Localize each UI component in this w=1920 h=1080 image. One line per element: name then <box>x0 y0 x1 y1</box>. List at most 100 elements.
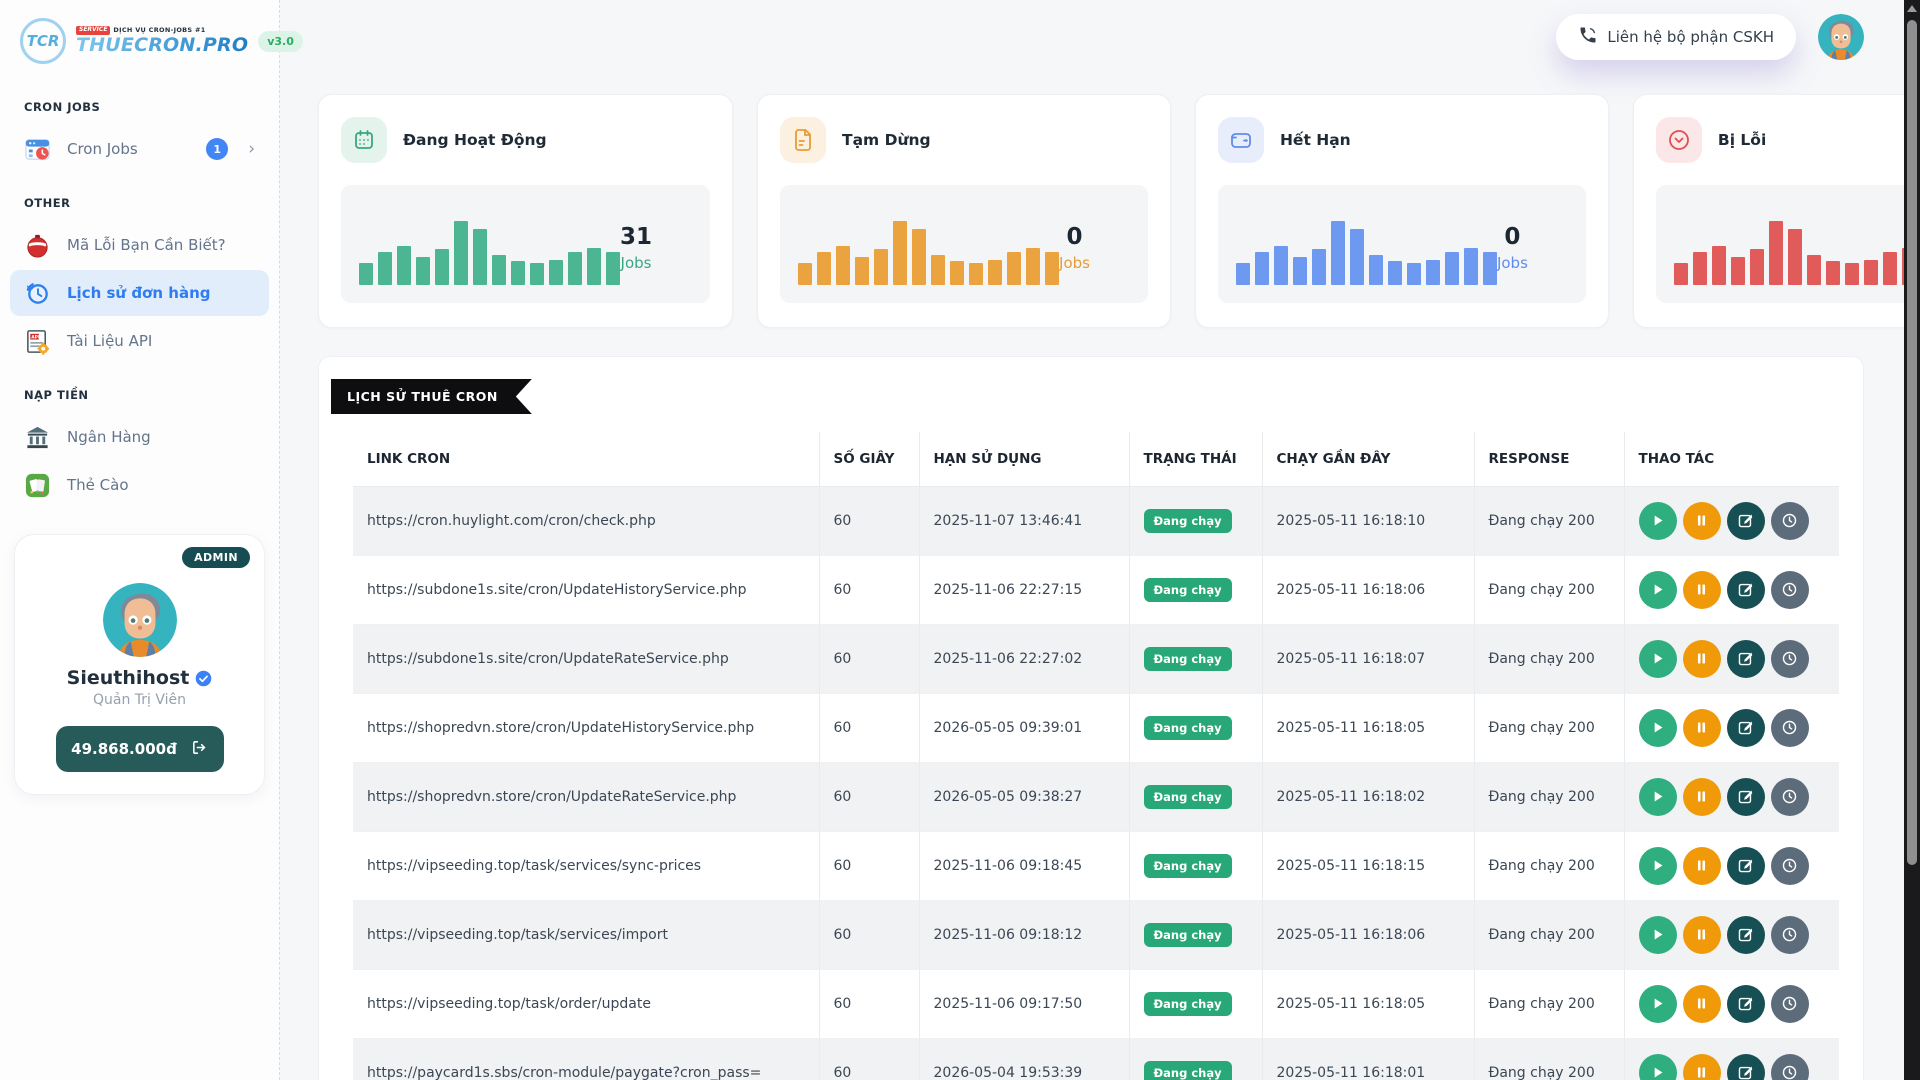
sidebar-section-title: NẠP TIỀN <box>0 366 279 412</box>
stat-card-calendar: Đang Hoạt Động 31 Jobs <box>318 94 733 328</box>
edit-button[interactable] <box>1727 571 1765 609</box>
pause-button[interactable] <box>1683 847 1721 885</box>
cell-actions <box>1624 555 1839 624</box>
scrollbar[interactable] <box>1904 0 1920 1080</box>
sidebar-item-api-docs[interactable]: API Tài Liệu API <box>10 318 269 364</box>
cell-last-run: 2025-05-11 16:18:06 <box>1262 555 1474 624</box>
pause-button[interactable] <box>1683 709 1721 747</box>
spark-bar <box>836 246 850 285</box>
play-button[interactable] <box>1639 985 1677 1023</box>
spark-bar <box>587 248 601 285</box>
edit-button[interactable] <box>1727 502 1765 540</box>
cell-actions <box>1624 486 1839 555</box>
history-button[interactable] <box>1771 1054 1809 1080</box>
play-button[interactable] <box>1639 916 1677 954</box>
contact-support-button[interactable]: Liên hệ bộ phận CSKH <box>1556 14 1796 60</box>
scrollbar-thumb[interactable] <box>1907 20 1917 865</box>
edit-icon <box>1737 857 1754 874</box>
play-button[interactable] <box>1639 502 1677 540</box>
cell-response: Đang chạy 200 <box>1474 693 1624 762</box>
spark-bar <box>1731 257 1745 285</box>
cell-response: Đang chạy 200 <box>1474 900 1624 969</box>
edit-icon <box>1737 995 1754 1012</box>
sidebar-item-label: Cron Jobs <box>67 140 138 158</box>
balance-logout-button[interactable]: 49.868.000đ <box>56 726 224 772</box>
table-header-cell: CHẠY GẦN ĐÂY <box>1262 432 1474 486</box>
stat-card-unit: Jobs <box>621 254 652 272</box>
cell-link: https://subdone1s.site/cron/UpdateHistor… <box>353 555 819 624</box>
balance-amount: 49.868.000đ <box>71 740 177 758</box>
calendar-icon <box>341 117 387 163</box>
spark-bar <box>1464 248 1478 285</box>
cell-status: Đang chạy <box>1129 762 1262 831</box>
spark-bar <box>454 221 468 285</box>
history-button[interactable] <box>1771 502 1809 540</box>
play-icon <box>1649 926 1666 943</box>
history-button[interactable] <box>1771 985 1809 1023</box>
play-icon <box>1649 650 1666 667</box>
play-button[interactable] <box>1639 847 1677 885</box>
profile-avatar[interactable] <box>103 583 177 657</box>
stat-spark-chart <box>1236 219 1497 285</box>
table-row: https://paycard1s.sbs/cron-module/paygat… <box>353 1038 1839 1080</box>
cell-actions <box>1624 831 1839 900</box>
spark-bar <box>568 252 582 285</box>
sidebar-item-error-codes[interactable]: Mã Lỗi Bạn Cần Biết? <box>10 222 269 268</box>
edit-button[interactable] <box>1727 640 1765 678</box>
spark-bar <box>397 246 411 285</box>
stat-card-unit: Jobs <box>1497 254 1528 272</box>
play-button[interactable] <box>1639 709 1677 747</box>
table-row: https://vipseeding.top/task/services/imp… <box>353 900 1839 969</box>
pause-button[interactable] <box>1683 985 1721 1023</box>
history-button[interactable] <box>1771 640 1809 678</box>
sidebar-item-order-history[interactable]: Lịch sử đơn hàng <box>10 270 269 316</box>
table-row: https://cron.huylight.com/cron/check.php… <box>353 486 1839 555</box>
spark-bar <box>1445 252 1459 285</box>
cell-seconds: 60 <box>819 831 919 900</box>
error-codes-icon <box>24 232 51 259</box>
stat-card-panel: 0 Jobs <box>780 185 1148 303</box>
scrollbar-up-arrow-icon[interactable] <box>1907 5 1917 12</box>
sidebar-item-cron-jobs[interactable]: Cron Jobs 1 › <box>10 126 269 172</box>
pause-button[interactable] <box>1683 778 1721 816</box>
stat-card-panel: 0 Jobs <box>1656 185 1904 303</box>
spark-bar <box>969 263 983 285</box>
history-button[interactable] <box>1771 847 1809 885</box>
logout-icon <box>191 739 208 760</box>
sidebar-item-scratch-card[interactable]: Thẻ Cào <box>10 462 269 508</box>
edit-button[interactable] <box>1727 847 1765 885</box>
play-button[interactable] <box>1639 640 1677 678</box>
logo[interactable]: TCR SERVICE DỊCH VỤ CRON-JOBS #1 THUECRO… <box>0 14 279 78</box>
edit-button[interactable] <box>1727 916 1765 954</box>
edit-button[interactable] <box>1727 709 1765 747</box>
spark-bar <box>855 257 869 285</box>
topbar-avatar[interactable] <box>1818 14 1864 60</box>
pause-button[interactable] <box>1683 571 1721 609</box>
cell-seconds: 60 <box>819 555 919 624</box>
pause-button[interactable] <box>1683 1054 1721 1080</box>
table-row: https://subdone1s.site/cron/UpdateRateSe… <box>353 624 1839 693</box>
history-button[interactable] <box>1771 916 1809 954</box>
pause-button[interactable] <box>1683 916 1721 954</box>
history-icon <box>1781 995 1798 1012</box>
spark-bar <box>1769 221 1783 285</box>
edit-button[interactable] <box>1727 1054 1765 1080</box>
play-button[interactable] <box>1639 571 1677 609</box>
spark-bar <box>912 229 926 285</box>
play-button[interactable] <box>1639 1054 1677 1080</box>
history-icon <box>1781 926 1798 943</box>
pause-button[interactable] <box>1683 502 1721 540</box>
status-badge: Đang chạy <box>1144 854 1232 878</box>
sidebar-item-bank[interactable]: Ngân Hàng <box>10 414 269 460</box>
spark-bar <box>1883 252 1897 285</box>
edit-button[interactable] <box>1727 778 1765 816</box>
cell-expires: 2026-05-04 19:53:39 <box>919 1038 1129 1080</box>
pause-button[interactable] <box>1683 640 1721 678</box>
history-button[interactable] <box>1771 778 1809 816</box>
history-button[interactable] <box>1771 571 1809 609</box>
edit-button[interactable] <box>1727 985 1765 1023</box>
spark-bar <box>378 252 392 285</box>
play-button[interactable] <box>1639 778 1677 816</box>
cell-seconds: 60 <box>819 900 919 969</box>
history-button[interactable] <box>1771 709 1809 747</box>
